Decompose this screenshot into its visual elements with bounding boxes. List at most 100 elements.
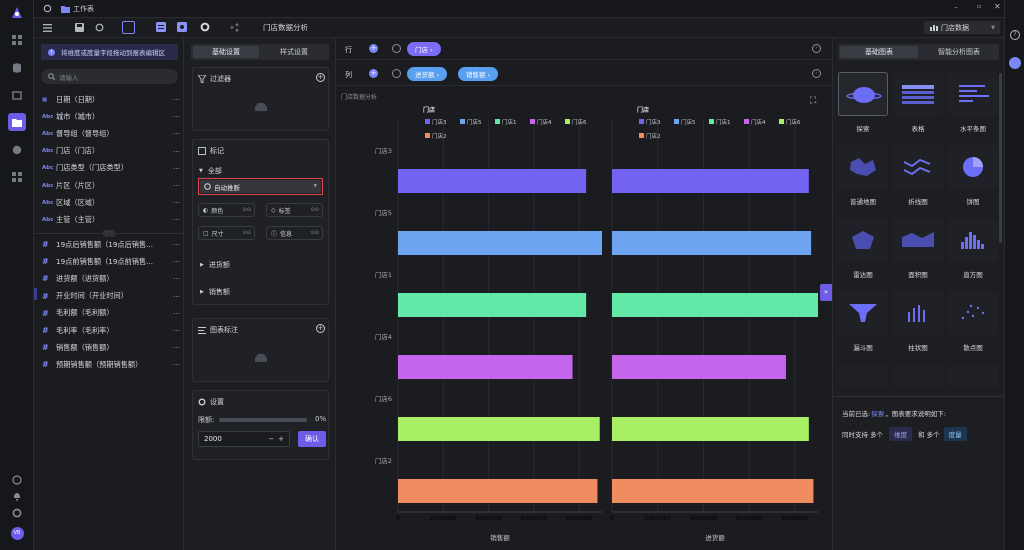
maximize-button[interactable]: ▫ (977, 3, 981, 10)
bar[interactable] (612, 479, 814, 503)
bar[interactable] (612, 293, 818, 317)
column-pill-sales[interactable]: 销售额 › (458, 67, 499, 81)
more-icon[interactable]: ··· (173, 257, 180, 266)
chart-type-more[interactable] (948, 365, 998, 387)
bar[interactable] (398, 293, 587, 317)
field-item[interactable]: # 进货额（进货额） ··· (42, 270, 180, 287)
tab-basic-settings[interactable]: 基础设置 (193, 46, 259, 58)
measure-group-sales[interactable]: ▶ 销售额 (200, 287, 230, 297)
more-icon[interactable]: ··· (173, 112, 180, 121)
field-item[interactable]: Abc 区域（区域） ··· (42, 194, 180, 211)
chart-type-horizontal-bar[interactable] (948, 72, 998, 116)
chart-type-explore[interactable] (838, 72, 888, 116)
column-sort-icon[interactable] (392, 69, 401, 78)
cube-icon[interactable] (8, 86, 26, 104)
tab-basic-charts[interactable]: 基础图表 (840, 46, 918, 58)
field-search[interactable]: 请输入 (41, 69, 178, 84)
chart-type-radar[interactable] (838, 218, 888, 262)
limit-input[interactable]: 2000 − + (198, 431, 290, 447)
avatar[interactable]: VB (8, 524, 26, 542)
all-marks-toggle[interactable]: ▼ 全部 (199, 166, 222, 176)
field-item[interactable]: Abc 片区（片区） ··· (42, 177, 180, 194)
field-item[interactable]: Abc 督导组（督导组） ··· (42, 125, 180, 142)
mark-size-button[interactable]: ▢ 尺寸 ⊙⊙ (198, 226, 255, 240)
refresh-icon[interactable] (43, 4, 52, 13)
grid-icon[interactable] (8, 31, 26, 49)
field-item[interactable]: #19点后销售额（19点后销售... ··· (42, 236, 180, 253)
tab-smart-charts[interactable]: 智能分析图表 (920, 46, 998, 58)
collapse-panel-button[interactable]: » (820, 284, 832, 301)
chart-type-map[interactable] (838, 145, 888, 189)
field-item[interactable]: Abc 门店类型（门店类型） ··· (42, 160, 180, 177)
bell-icon[interactable] (8, 487, 26, 505)
more-icon[interactable]: ··· (173, 274, 180, 283)
more-icon[interactable]: ··· (173, 147, 180, 156)
add-filter-icon[interactable]: + (316, 73, 325, 82)
mark-label-button[interactable]: ◇ 标签 ⊙⊙ (266, 203, 323, 217)
field-item[interactable]: #19点前销售额（19点前销售... ··· (42, 253, 180, 270)
field-item[interactable]: # 开业时间（开业时间） ··· (42, 288, 180, 305)
folder-icon[interactable] (8, 113, 26, 131)
field-search-input[interactable]: 请输入 (59, 72, 79, 82)
chart-type-table[interactable] (893, 72, 943, 116)
workspace-tab[interactable]: 工作表 (61, 4, 94, 14)
column-expand-icon[interactable]: › (812, 69, 821, 78)
tab-style-settings[interactable]: 样式设置 (261, 46, 327, 58)
more-icon[interactable]: ··· (173, 326, 180, 335)
more-icon[interactable]: ··· (173, 240, 180, 249)
chart-type-line[interactable] (893, 145, 943, 189)
column-pill-purchase[interactable]: 进货额 › (407, 67, 448, 81)
row-pill-store[interactable]: 门店 › (407, 42, 441, 56)
assistant-icon[interactable] (1009, 57, 1021, 69)
scrollbar[interactable] (999, 73, 1002, 243)
bar[interactable] (398, 231, 602, 255)
more-icon[interactable]: ··· (173, 164, 180, 173)
chart-type-more[interactable] (893, 365, 943, 387)
chart-type-scatter[interactable] (948, 291, 998, 335)
sync-icon[interactable] (95, 23, 104, 32)
increment-button[interactable]: + (278, 435, 284, 443)
chart-type-histogram[interactable] (948, 218, 998, 262)
doc-view-icon[interactable] (122, 21, 135, 34)
minimize-button[interactable]: – (954, 3, 958, 11)
bar[interactable] (398, 355, 573, 379)
add-row-icon[interactable]: + (369, 44, 378, 53)
bar[interactable] (398, 417, 600, 441)
bar[interactable] (612, 417, 809, 441)
dataset-select[interactable]: 门店数据 ▼ (924, 21, 1000, 34)
bar[interactable] (612, 355, 786, 379)
help-icon[interactable]: ? (1010, 30, 1020, 40)
gear-icon[interactable] (200, 22, 210, 32)
field-item[interactable]: Abc 门店（门店） ··· (42, 143, 180, 160)
field-item[interactable]: Abc 城市（城市） ··· (42, 108, 180, 125)
more-icon[interactable]: ··· (173, 343, 180, 352)
more-icon[interactable]: ··· (173, 95, 180, 104)
field-item[interactable]: ▦ 日期（日期） ··· (42, 91, 180, 108)
settings-icon[interactable] (8, 504, 26, 522)
decrement-button[interactable]: − (268, 435, 274, 443)
limit-slider[interactable] (219, 418, 307, 422)
confirm-button[interactable]: 确认 (298, 431, 326, 447)
more-icon[interactable]: ··· (173, 215, 180, 224)
data-table-icon[interactable] (156, 22, 166, 32)
panel-drag-handle[interactable] (34, 288, 37, 300)
mark-type-select[interactable]: 自动推断 ▼ (200, 180, 321, 193)
field-item[interactable]: # 预期销售额（预期销售额） ··· (42, 356, 180, 373)
bar[interactable] (612, 169, 809, 193)
bar[interactable] (398, 479, 598, 503)
add-annotation-icon[interactable]: + (316, 324, 325, 333)
field-item[interactable]: # 毛利率（毛利率） ··· (42, 322, 180, 339)
share-icon[interactable] (230, 23, 239, 32)
apps-icon[interactable] (8, 168, 26, 186)
close-button[interactable]: ✕ (994, 2, 1001, 11)
field-item[interactable]: # 毛利额（毛利额） ··· (42, 305, 180, 322)
bar[interactable] (612, 231, 812, 255)
row-expand-icon[interactable]: › (812, 44, 821, 53)
more-icon[interactable]: ··· (173, 360, 180, 369)
field-item[interactable]: # 销售额（销售额） ··· (42, 339, 180, 356)
mark-info-button[interactable]: ⓘ 信息 ⊙⊙ (266, 226, 323, 240)
image-icon[interactable] (177, 22, 187, 32)
measure-group-purchase[interactable]: ▶ 进货额 (200, 260, 230, 270)
mark-color-button[interactable]: ◐ 颜色 ⊙⊙ (198, 203, 255, 217)
chart-type-column[interactable] (893, 291, 943, 335)
